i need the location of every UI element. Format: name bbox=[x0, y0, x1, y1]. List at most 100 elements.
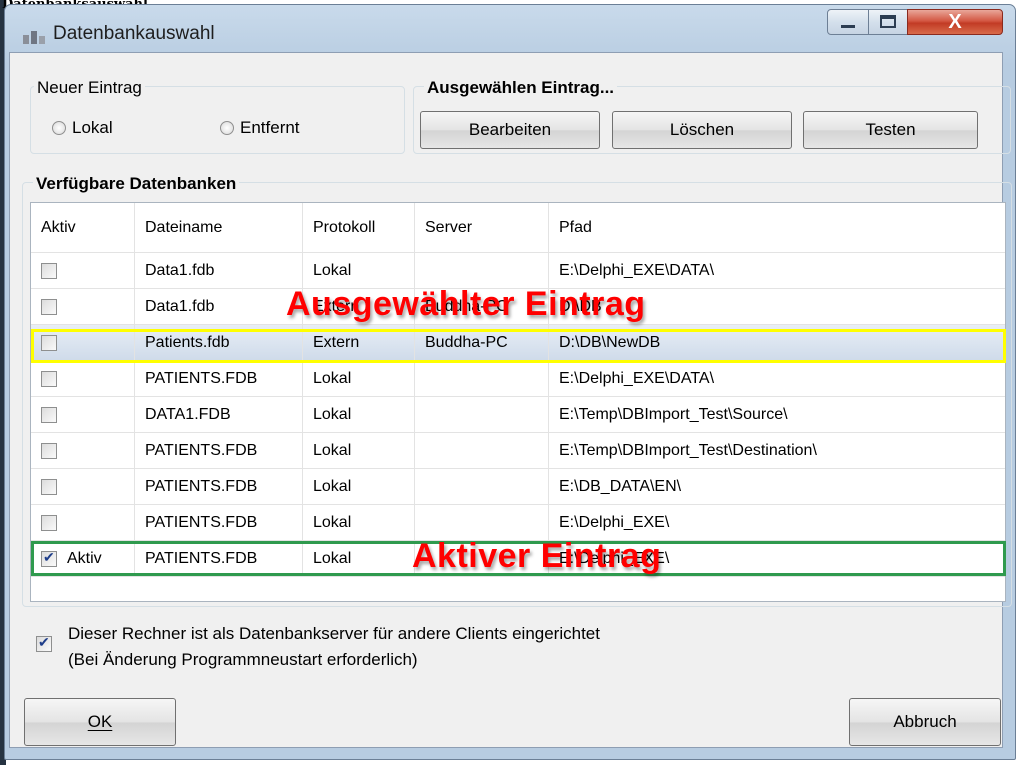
cell-protocol: Lokal bbox=[303, 469, 415, 504]
ok-button[interactable]: OK bbox=[24, 698, 176, 746]
cell-server bbox=[415, 505, 549, 540]
active-checkbox[interactable] bbox=[41, 298, 57, 315]
table-row[interactable]: PATIENTS.FDB Lokal E:\Temp\DBImport_Test\D… bbox=[31, 433, 1005, 469]
server-checkbox[interactable] bbox=[36, 634, 52, 652]
cell-active bbox=[31, 289, 135, 324]
table-row[interactable]: Data1.fdb Lokal E:\Delphi_EXE\DATA\ bbox=[31, 253, 1005, 289]
column-header-server[interactable]: Server bbox=[415, 203, 549, 252]
cell-filename-text: PATIENTS.FDB bbox=[145, 441, 258, 459]
cell-protocol: Lokal bbox=[303, 253, 415, 288]
cell-filename: PATIENTS.FDB bbox=[135, 433, 303, 468]
cell-active bbox=[31, 469, 135, 504]
table-row[interactable]: PATIENTS.FDB Lokal E:\DB_DATA\EN\ bbox=[31, 469, 1005, 505]
column-header-protocol[interactable]: Protokoll bbox=[303, 203, 415, 252]
cell-filename: PATIENTS.FDB bbox=[135, 361, 303, 396]
cell-path: E:\Temp\DBImport_Test\Source\ bbox=[549, 397, 1005, 432]
cell-path-text: E:\Temp\DBImport_Test\Source\ bbox=[559, 405, 788, 423]
active-checkbox[interactable] bbox=[41, 262, 57, 279]
radio-remote-label: Entfernt bbox=[240, 118, 300, 137]
cell-server bbox=[415, 469, 549, 504]
column-header-path[interactable]: Pfad bbox=[549, 203, 1005, 252]
cell-path-text: E:\Delphi_EXE\ bbox=[559, 513, 670, 531]
cell-active bbox=[31, 505, 135, 540]
active-checkbox[interactable] bbox=[41, 478, 57, 495]
cell-filename-text: Data1.fdb bbox=[145, 297, 215, 315]
server-option-line2: (Bei Änderung Programmneustart erforderl… bbox=[68, 650, 418, 669]
cell-protocol: Lokal bbox=[303, 397, 415, 432]
table-row[interactable]: PATIENTS.FDB Lokal E:\Delphi_EXE\DATA\ bbox=[31, 361, 1005, 397]
cell-filename: DATA1.FDB bbox=[135, 397, 303, 432]
radio-local[interactable]: Lokal bbox=[52, 118, 113, 138]
server-option-line1: Dieser Rechner ist als Datenbankserver f… bbox=[68, 624, 600, 643]
cell-filename-text: PATIENTS.FDB bbox=[145, 369, 258, 387]
minimize-icon bbox=[841, 25, 855, 28]
new-entry-group-label: Neuer Eintrag bbox=[34, 78, 145, 98]
radio-local-dot[interactable] bbox=[52, 121, 66, 135]
table-header-row: Aktiv Dateiname Protokoll Server Pfad bbox=[31, 203, 1005, 253]
table-row[interactable]: Patients.fdb Extern Buddha-PC D:\DB\NewDB bbox=[31, 325, 1005, 361]
cell-active bbox=[31, 397, 135, 432]
cell-active bbox=[31, 325, 135, 360]
column-header-active[interactable]: Aktiv bbox=[31, 203, 135, 252]
selected-entry-group-label: Ausgewählen Eintrag... bbox=[424, 78, 618, 98]
cell-filename-text: DATA1.FDB bbox=[145, 405, 231, 423]
radio-remote[interactable]: Entfernt bbox=[220, 118, 300, 138]
cell-protocol: Extern bbox=[303, 325, 415, 360]
cancel-button[interactable]: Abbruch bbox=[849, 698, 1001, 746]
cell-filename-text: PATIENTS.FDB bbox=[145, 549, 258, 567]
edit-button[interactable]: Bearbeiten bbox=[420, 111, 600, 149]
title-bar[interactable]: Datenbankauswahl X bbox=[5, 5, 1015, 57]
database-icon bbox=[23, 31, 45, 44]
table-row-empty bbox=[31, 577, 1005, 601]
active-checkbox[interactable] bbox=[41, 514, 57, 531]
cell-filename: PATIENTS.FDB bbox=[135, 469, 303, 504]
cell-path: E:\Delphi_EXE\DATA\ bbox=[549, 361, 1005, 396]
cell-filename: PATIENTS.FDB bbox=[135, 541, 303, 576]
delete-button[interactable]: Löschen bbox=[612, 111, 792, 149]
minimize-button[interactable] bbox=[827, 9, 869, 35]
table-row[interactable]: PATIENTS.FDB Lokal E:\Delphi_EXE\ bbox=[31, 505, 1005, 541]
close-icon: X bbox=[948, 11, 962, 33]
cell-protocol-text: Lokal bbox=[313, 513, 352, 531]
cell-path: E:\Temp\DBImport_Test\Destination\ bbox=[549, 433, 1005, 468]
databases-group-label: Verfügbare Datenbanken bbox=[33, 174, 240, 194]
table-row[interactable]: DATA1.FDB Lokal E:\Temp\DBImport_Test\Sour… bbox=[31, 397, 1005, 433]
cell-filename-text: Data1.fdb bbox=[145, 261, 215, 279]
cell-protocol-text: Lokal bbox=[313, 477, 352, 495]
server-checkbox-box[interactable] bbox=[36, 634, 52, 652]
radio-remote-dot[interactable] bbox=[220, 121, 234, 135]
cell-protocol-text: Lokal bbox=[313, 405, 352, 423]
cell-server bbox=[415, 361, 549, 396]
cell-path: E:\DB_DATA\EN\ bbox=[549, 469, 1005, 504]
cell-server-text: Buddha-PC bbox=[425, 333, 508, 351]
active-checkbox[interactable] bbox=[41, 334, 57, 351]
column-header-filename[interactable]: Dateiname bbox=[135, 203, 303, 252]
cell-filename: Data1.fdb bbox=[135, 289, 303, 324]
active-checkbox[interactable] bbox=[41, 370, 57, 387]
cell-protocol-text: Extern bbox=[313, 333, 360, 351]
cell-path-text: E:\DB_DATA\EN\ bbox=[559, 477, 682, 495]
cell-protocol: Lokal bbox=[303, 541, 415, 576]
window-title: Datenbankauswahl bbox=[53, 23, 215, 44]
cancel-button-label: Abbruch bbox=[893, 712, 957, 731]
active-checkbox[interactable] bbox=[41, 549, 57, 567]
cell-server bbox=[415, 397, 549, 432]
cell-protocol: Lokal bbox=[303, 361, 415, 396]
cell-filename-text: Patients.fdb bbox=[145, 333, 230, 351]
cell-filename: Patients.fdb bbox=[135, 325, 303, 360]
cell-filename-text: PATIENTS.FDB bbox=[145, 477, 258, 495]
cell-filename-text: PATIENTS.FDB bbox=[145, 513, 258, 531]
active-checkbox[interactable] bbox=[41, 442, 57, 459]
test-button[interactable]: Testen bbox=[803, 111, 978, 149]
cell-active bbox=[31, 433, 135, 468]
cell-protocol-text: Lokal bbox=[313, 369, 352, 387]
close-button[interactable]: X bbox=[907, 9, 1003, 35]
edit-button-label: Bearbeiten bbox=[468, 120, 552, 139]
cell-active bbox=[31, 361, 135, 396]
maximize-button[interactable] bbox=[868, 9, 908, 35]
annotation-active-entry: Aktiver Eintrag bbox=[412, 537, 662, 575]
cell-server bbox=[415, 253, 549, 288]
cell-protocol-text: Lokal bbox=[313, 549, 352, 567]
active-checkbox[interactable] bbox=[41, 406, 57, 423]
radio-local-label: Lokal bbox=[72, 118, 113, 137]
